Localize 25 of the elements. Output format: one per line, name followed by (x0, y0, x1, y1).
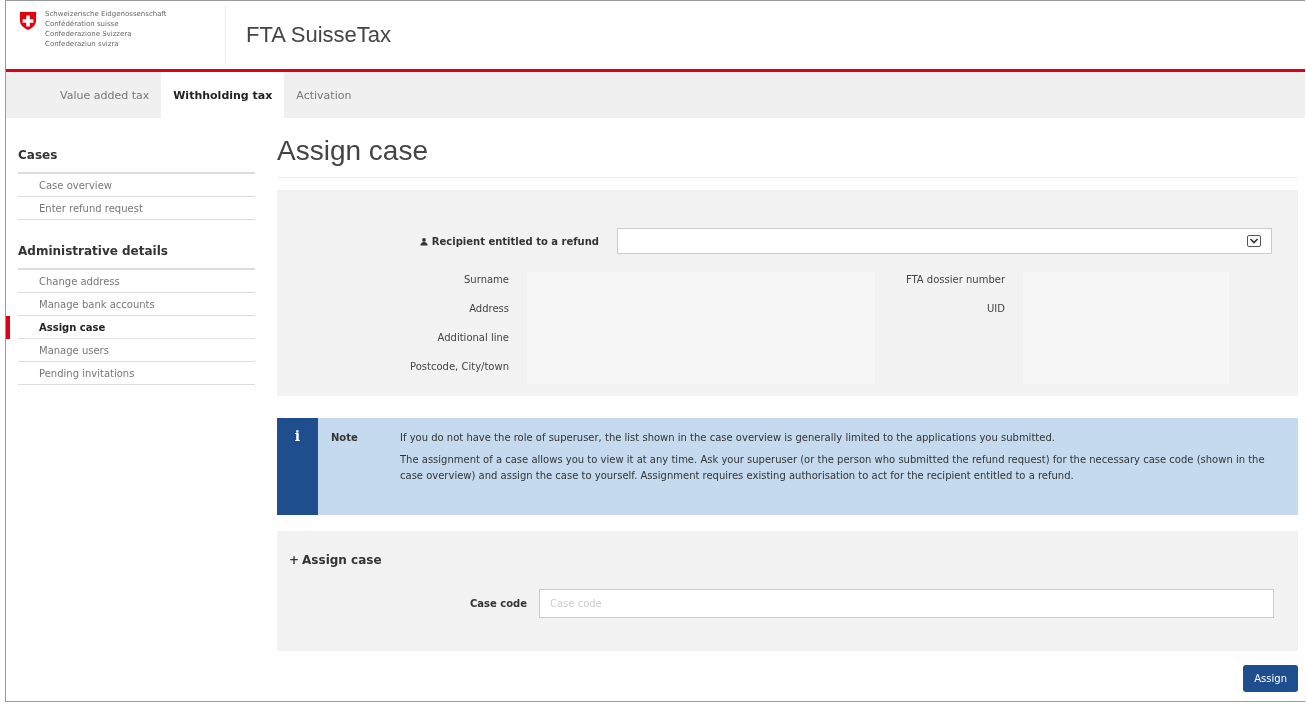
info-icon: i (277, 418, 318, 515)
field-label: Postcode, City/town (410, 361, 509, 374)
field-label: Recipient entitled to a refund (431, 235, 599, 247)
assign-button[interactable]: Assign (1243, 665, 1298, 692)
section-title: Assign case (302, 553, 382, 567)
nav-tab[interactable]: Value added tax (48, 72, 162, 118)
field-label: UID (987, 303, 1005, 316)
field-label: Additional line (437, 332, 509, 345)
note-text: The assignment of a case allows you to view it at any time. Ask your superuser (or the person who submitted the refund request) for the necessary case code (shown in the case overview) and assign the case to yourself. Assignment requires existing authorisation to act for the recipient entitled to a refund. (400, 453, 1266, 483)
note-text: If you do not have the role of superuser, the list shown in the case overview is generally limited to the applications you submitted. (400, 431, 1056, 445)
field-label: Case code (468, 598, 528, 609)
plus-icon: + (289, 553, 300, 567)
field-label: Address (469, 303, 509, 316)
page-title: Assign case (277, 135, 1298, 178)
app-title: FTA SuisseTax (246, 22, 392, 48)
sidebar-item[interactable]: Assign case (6, 316, 255, 339)
nav-tab[interactable]: Activation (284, 72, 364, 118)
field-label: FTA dossier number (905, 274, 1005, 287)
swiss-crest-icon (19, 11, 37, 31)
field-label: Surname (464, 274, 509, 287)
nav-tab[interactable]: Withholding tax (161, 72, 285, 118)
recipient-dropdown[interactable] (617, 228, 1272, 254)
note-title: Note (330, 431, 359, 445)
caret-icon (1247, 235, 1261, 247)
person-icon (419, 236, 428, 246)
